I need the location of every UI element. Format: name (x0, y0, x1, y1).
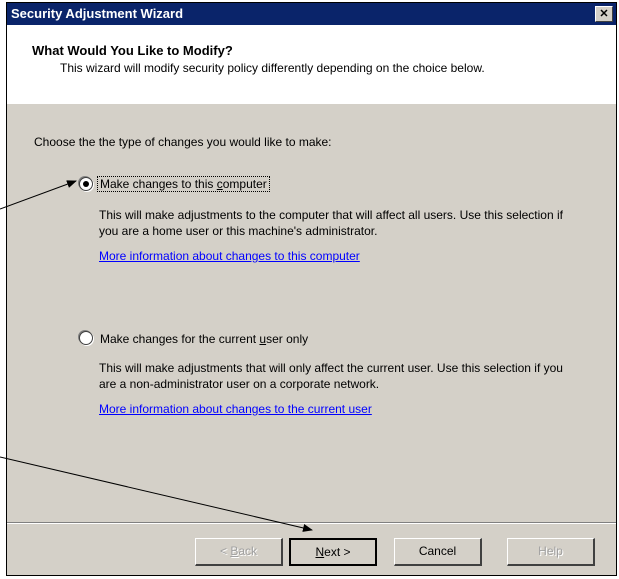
button-label: ack (238, 544, 258, 558)
close-button[interactable]: ✕ (595, 6, 613, 22)
button-label: < (219, 544, 231, 558)
title-bar[interactable]: Security Adjustment Wizard ✕ (7, 3, 616, 25)
more-info-computer-link[interactable]: More information about changes to this c… (99, 249, 360, 263)
back-button[interactable]: < Back (195, 538, 283, 566)
page-description: This wizard will modify security policy … (60, 61, 485, 75)
wizard-header: What Would You Like to Modify? This wiza… (7, 25, 616, 104)
option-current-user-description: This will make adjustments that will onl… (99, 361, 563, 391)
option-label-text: omputer (222, 177, 267, 191)
next-button[interactable]: Next > (289, 538, 377, 566)
button-label: ext > (324, 545, 351, 559)
choice-prompt: Choose the the type of changes you would… (34, 135, 332, 149)
option-this-computer-description: This will make adjustments to the comput… (99, 208, 563, 238)
header-divider (7, 103, 616, 104)
radio-selected-dot (83, 181, 89, 187)
footer-divider-highlight (7, 523, 616, 524)
option-label-text: Make changes to this (100, 177, 217, 191)
option-label-text: ser only (266, 332, 309, 346)
option-label-text: Make changes for the current (100, 332, 260, 346)
radio-this-computer[interactable] (79, 177, 93, 191)
option-current-user-label[interactable]: Make changes for the current user only (98, 332, 310, 346)
option-this-computer-label[interactable]: Make changes to this computer (97, 176, 270, 192)
more-info-user-link[interactable]: More information about changes to the cu… (99, 402, 372, 416)
radio-current-user[interactable] (79, 331, 93, 345)
button-accelerator: N (315, 545, 325, 559)
page-title: What Would You Like to Modify? (32, 43, 233, 58)
help-button[interactable]: Help (507, 538, 595, 566)
window-title: Security Adjustment Wizard (11, 6, 184, 21)
wizard-window: Security Adjustment Wizard ✕ What Would … (6, 2, 617, 576)
close-icon: ✕ (599, 8, 609, 20)
cancel-button[interactable]: Cancel (394, 538, 482, 566)
